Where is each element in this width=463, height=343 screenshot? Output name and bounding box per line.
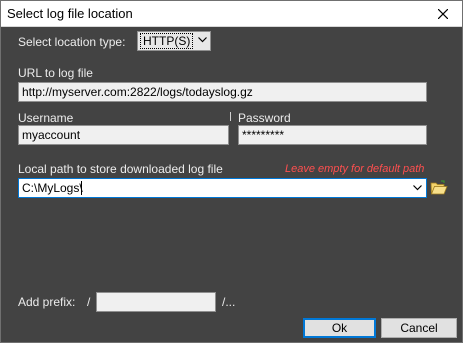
username-input[interactable]: myaccount bbox=[18, 125, 229, 145]
location-type-select[interactable]: HTTP(S) bbox=[137, 31, 211, 51]
local-path-hint: Leave empty for default path bbox=[285, 163, 425, 175]
dialog-content: Select location type: HTTP(S) URL to log… bbox=[1, 28, 462, 342]
dialog-window: Select log file location Select location… bbox=[0, 0, 463, 343]
cancel-button[interactable]: Cancel bbox=[381, 318, 457, 338]
username-label: Username bbox=[18, 111, 74, 125]
browse-folder-button[interactable] bbox=[429, 178, 449, 198]
chevron-down-icon bbox=[198, 37, 207, 43]
window-title: Select log file location bbox=[7, 6, 133, 21]
location-type-value: HTTP(S) bbox=[140, 33, 194, 49]
location-type-label: Select location type: bbox=[18, 35, 126, 49]
prefix-input[interactable] bbox=[96, 292, 216, 312]
chevron-down-icon[interactable] bbox=[413, 185, 422, 191]
separator bbox=[230, 112, 231, 121]
prefix-slash: / bbox=[87, 295, 91, 309]
url-input[interactable]: http://myserver.com:2822/logs/todayslog.… bbox=[18, 82, 427, 102]
password-label: Password bbox=[238, 111, 291, 125]
local-path-combobox[interactable]: C:\MyLogs\ bbox=[18, 178, 427, 198]
close-button[interactable] bbox=[426, 1, 460, 26]
password-input[interactable]: ********* bbox=[238, 125, 427, 145]
local-path-value: C:\MyLogs\ bbox=[22, 181, 83, 195]
prefix-suffix: /... bbox=[222, 295, 236, 309]
title-bar: Select log file location bbox=[1, 1, 462, 27]
text-cursor bbox=[81, 181, 82, 195]
close-icon bbox=[438, 8, 448, 19]
url-label: URL to log file bbox=[18, 66, 93, 80]
ok-button[interactable]: Ok bbox=[303, 318, 376, 338]
folder-open-icon bbox=[430, 180, 448, 195]
prefix-label: Add prefix: bbox=[18, 295, 76, 309]
local-path-label: Local path to store downloaded log file bbox=[18, 162, 223, 176]
